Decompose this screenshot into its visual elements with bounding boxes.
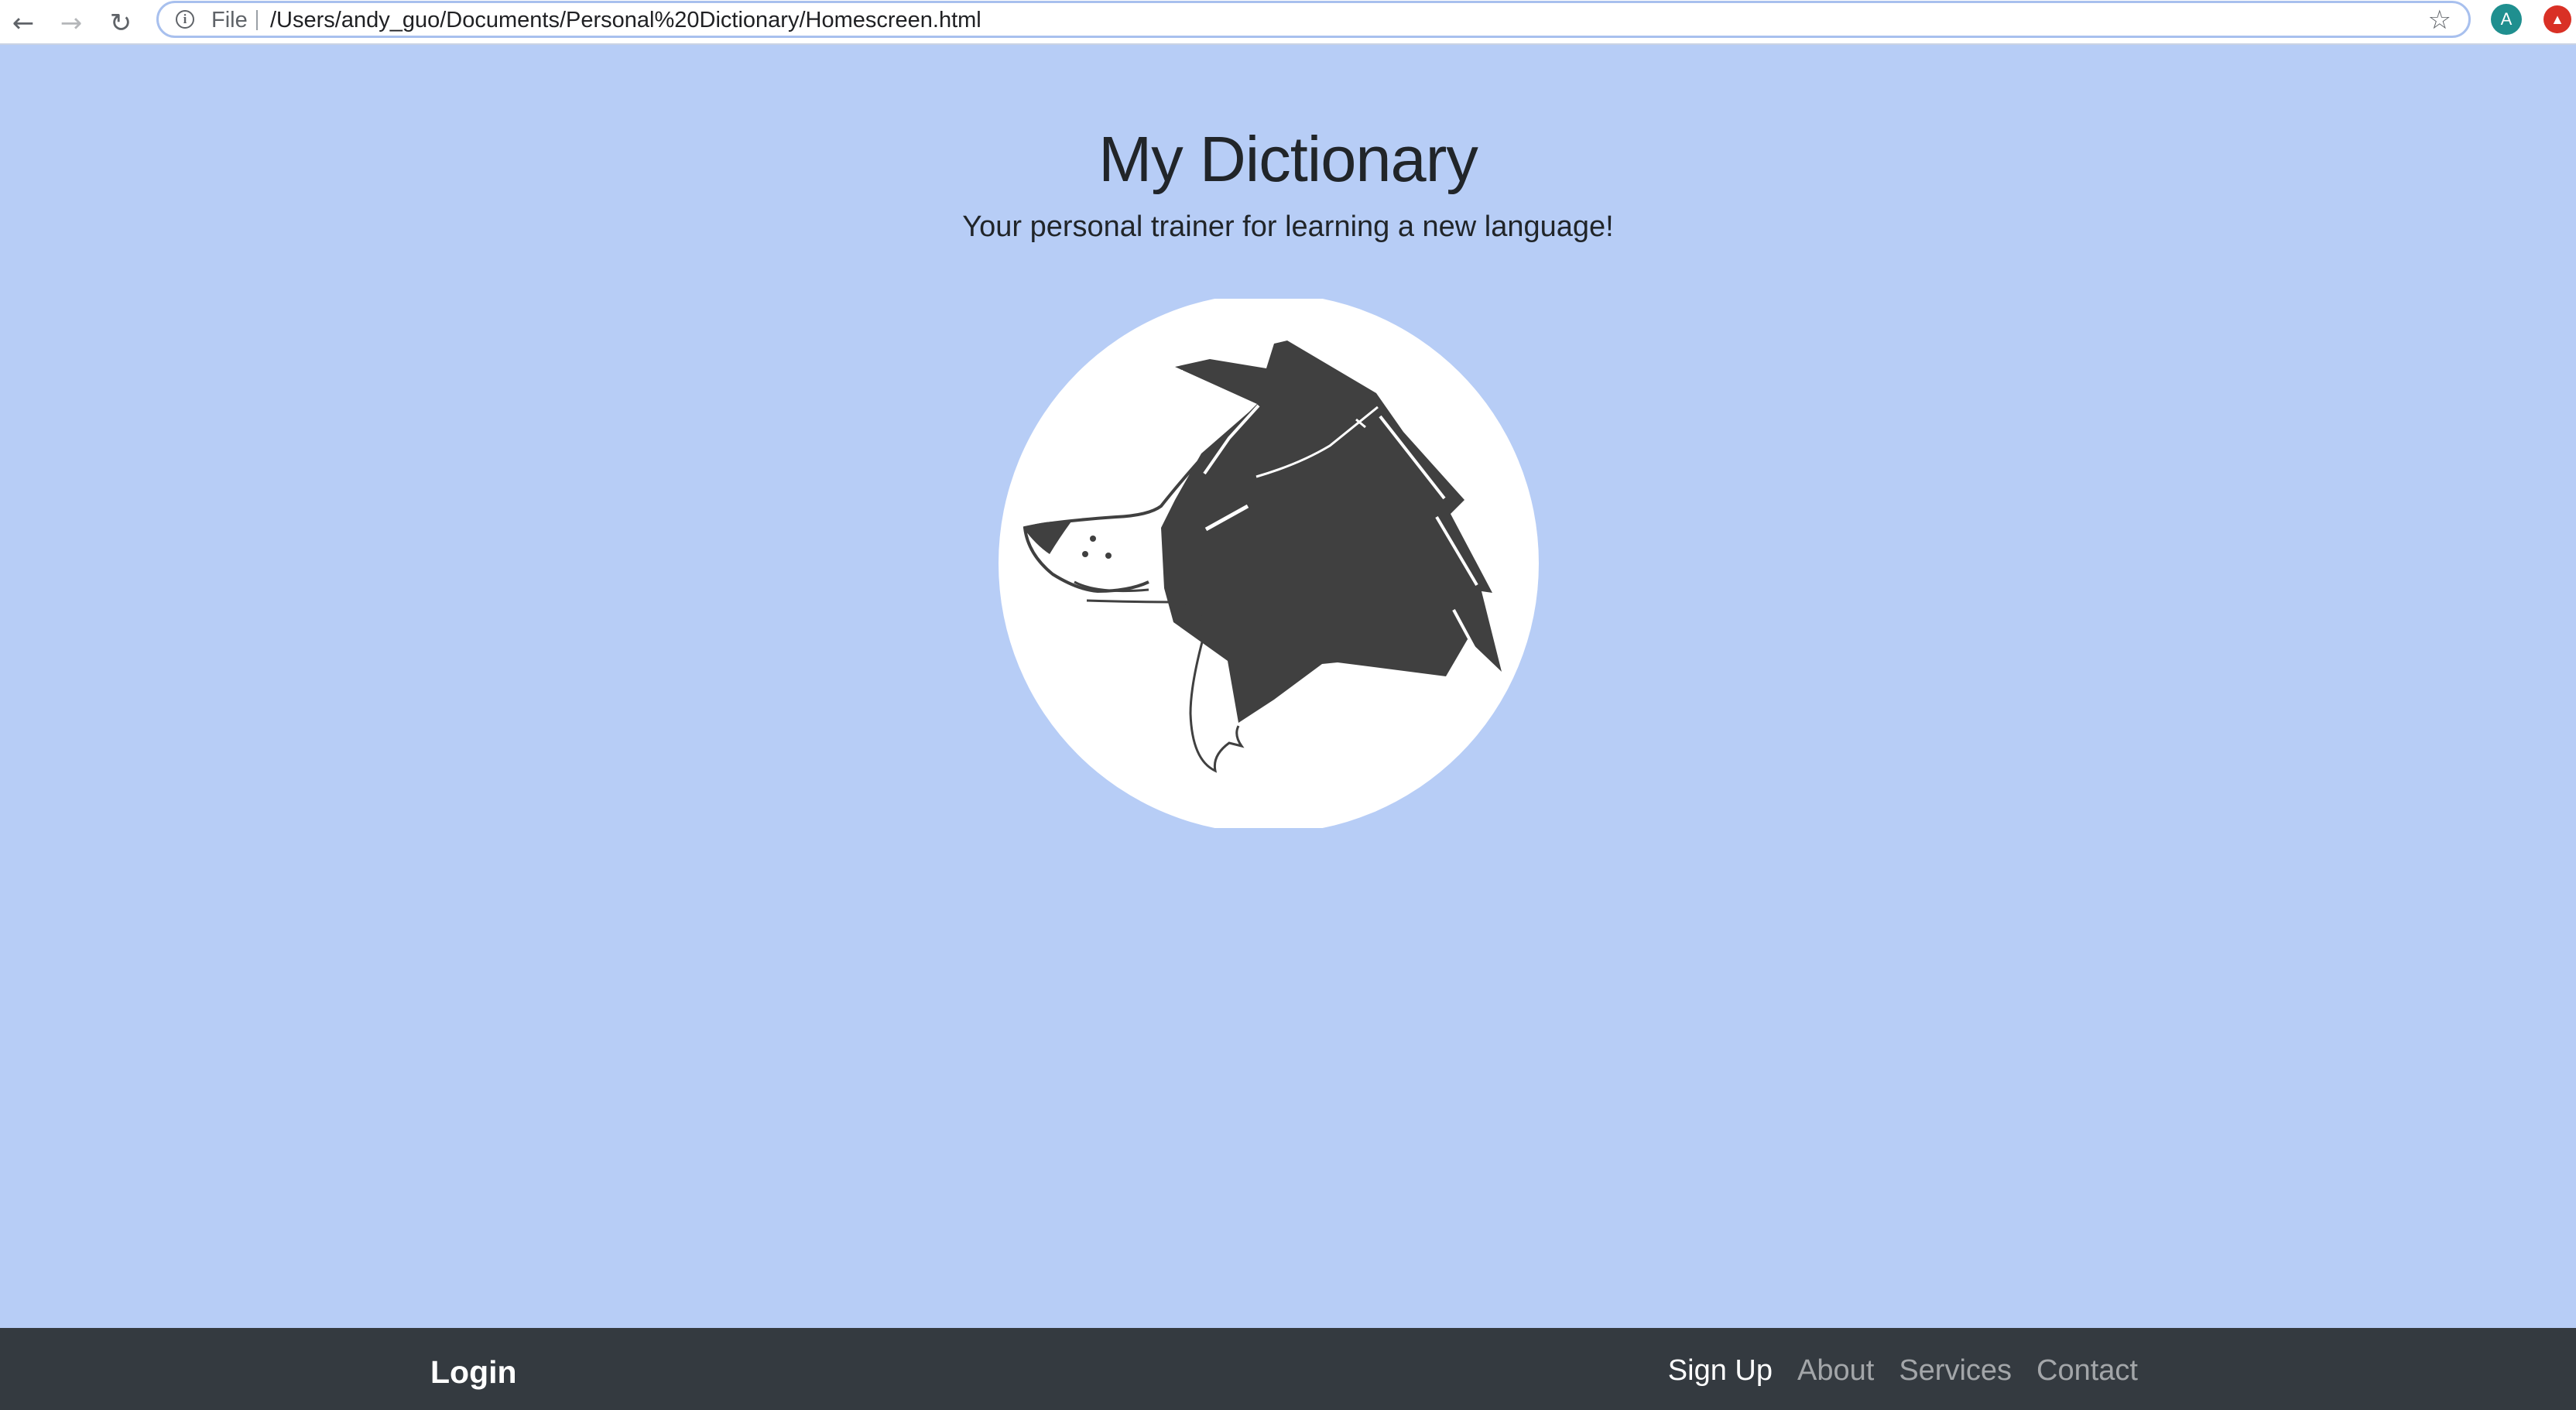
nav-link-contact[interactable]: Contact <box>2036 1354 2138 1388</box>
nav-links: Sign Up About Services Contact <box>1668 1354 2138 1388</box>
login-brand-link[interactable]: Login <box>430 1354 517 1391</box>
dog-head-logo-icon <box>999 299 1539 828</box>
back-arrow-icon[interactable]: ← <box>5 5 42 42</box>
page-subtitle: Your personal trainer for learning a new… <box>962 210 1614 243</box>
bookmark-star-icon[interactable]: ☆ <box>2428 5 2451 36</box>
bottom-navbar: Login Sign Up About Services Contact <box>0 1328 2576 1410</box>
url-text[interactable]: /Users/andy_guo/Documents/Personal%20Dic… <box>270 8 981 33</box>
nav-link-services[interactable]: Services <box>1899 1354 2012 1388</box>
nav-link-sign-up[interactable]: Sign Up <box>1668 1354 1773 1388</box>
info-icon[interactable]: i <box>176 10 194 29</box>
profile-avatar[interactable]: A <box>2491 4 2522 35</box>
nav-link-about[interactable]: About <box>1797 1354 1874 1388</box>
scheme-label: File <box>211 8 248 33</box>
address-bar[interactable]: i File /Users/andy_guo/Documents/Persona… <box>156 1 2471 38</box>
forward-arrow-icon[interactable]: → <box>53 5 90 42</box>
scheme-divider <box>256 10 258 30</box>
browser-toolbar: ← → ↻ i File /Users/andy_guo/Documents/P… <box>0 0 2576 45</box>
extension-icon[interactable]: ▲ <box>2543 5 2571 33</box>
reload-icon[interactable]: ↻ <box>102 5 139 42</box>
page-title: My Dictionary <box>1098 123 1478 195</box>
